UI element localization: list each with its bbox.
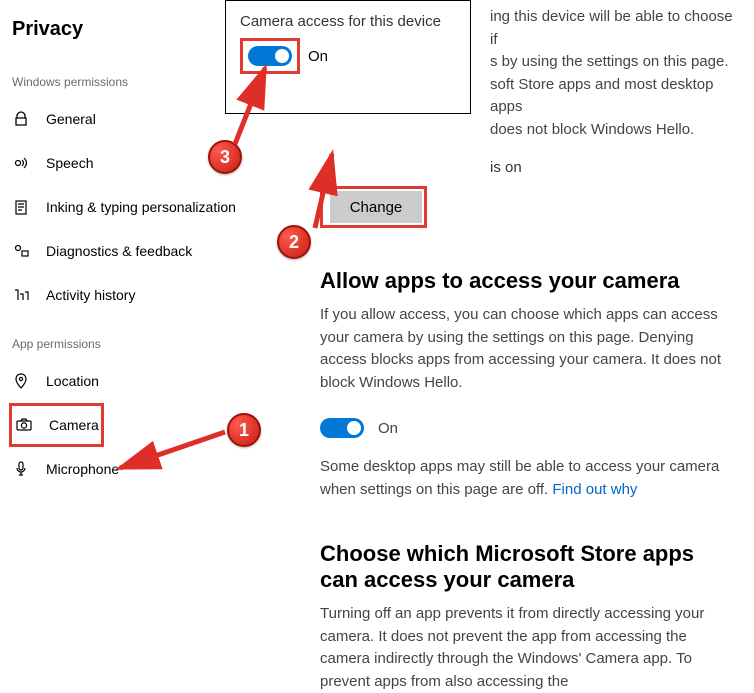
device-access-status: is on xyxy=(320,141,736,186)
sidebar-item-label: Inking & typing personalization xyxy=(46,199,236,215)
sidebar-item-microphone[interactable]: Microphone xyxy=(0,447,290,491)
feedback-icon xyxy=(12,242,30,260)
allow-apps-toggle[interactable] xyxy=(320,418,364,438)
desktop-apps-note: Some desktop apps may still be able to a… xyxy=(320,456,736,501)
sidebar-item-label: Location xyxy=(46,373,99,389)
sidebar-item-label: Speech xyxy=(46,155,93,171)
annotation-badge-3: 3 xyxy=(208,140,242,174)
flyout-title: Camera access for this device xyxy=(240,13,456,30)
sidebar-item-speech[interactable]: Speech xyxy=(0,141,290,185)
allow-apps-body: If you allow access, you can choose whic… xyxy=(320,304,736,394)
flyout-toggle-label: On xyxy=(308,48,328,65)
history-icon xyxy=(12,286,30,304)
choose-apps-heading: Choose which Microsoft Store apps can ac… xyxy=(320,541,736,593)
microphone-icon xyxy=(12,460,30,478)
toggle-label-on: On xyxy=(378,420,398,437)
sidebar-item-label: Camera xyxy=(49,417,99,433)
sidebar-item-label: Microphone xyxy=(46,461,119,477)
sidebar-item-diagnostics[interactable]: Diagnostics & feedback xyxy=(0,229,290,273)
camera-icon xyxy=(15,416,33,434)
sidebar-item-label: Diagnostics & feedback xyxy=(46,243,192,259)
annotation-badge-2: 2 xyxy=(277,225,311,259)
flyout-toggle-highlight xyxy=(240,38,300,74)
allow-apps-toggle-row: On xyxy=(320,418,736,438)
speech-icon xyxy=(12,154,30,172)
device-camera-toggle[interactable] xyxy=(248,46,292,66)
change-button-highlight: Change xyxy=(320,186,427,228)
change-button[interactable]: Change xyxy=(330,191,422,223)
sidebar-item-activity[interactable]: Activity history xyxy=(0,273,290,317)
sidebar-item-inking[interactable]: Inking & typing personalization xyxy=(0,185,290,229)
clipboard-icon xyxy=(12,198,30,216)
sidebar-item-camera[interactable]: Camera xyxy=(9,403,104,447)
annotation-badge-1: 1 xyxy=(227,413,261,447)
lock-icon xyxy=(12,110,30,128)
camera-access-flyout: Camera access for this device On xyxy=(225,0,471,114)
sidebar-item-label: Activity history xyxy=(46,287,135,303)
sidebar-item-label: General xyxy=(46,111,96,127)
choose-apps-body: Turning off an app prevents it from dire… xyxy=(320,603,736,693)
sidebar-item-location[interactable]: Location xyxy=(0,359,290,403)
location-icon xyxy=(12,372,30,390)
section-app-permissions: App permissions xyxy=(0,317,290,359)
find-out-why-link[interactable]: Find out why xyxy=(552,481,637,498)
allow-apps-heading: Allow apps to access your camera xyxy=(320,268,736,294)
